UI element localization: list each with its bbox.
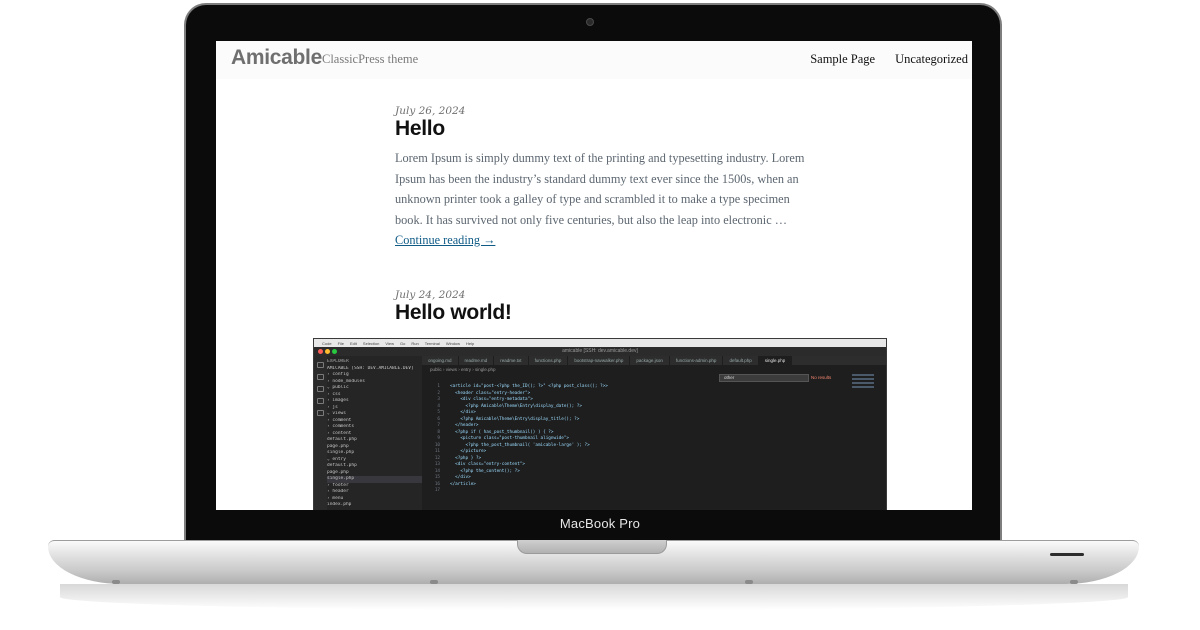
post-excerpt-text: Lorem Ipsum is simply dummy text of the … [395, 151, 805, 227]
editor-tab[interactable]: readme.md [459, 356, 495, 365]
post-title[interactable]: Hello [395, 117, 815, 141]
site-title[interactable]: Amicable [231, 46, 322, 70]
post-date: July 26, 2024 [395, 105, 466, 117]
editor-tabs: ongoing.md readme.md readme.txt functions.p… [422, 356, 886, 365]
laptop-shadow [60, 584, 1128, 610]
menubar-item: Help [466, 340, 475, 346]
browser-viewport: Amicable ClassicPress theme Sample Page … [216, 41, 972, 510]
search-icon [317, 374, 324, 380]
editor-tab[interactable]: functions-admin.php [670, 356, 724, 365]
minimap [852, 374, 874, 396]
menubar-item: File [337, 340, 345, 346]
editor-tab[interactable]: ongoing.md [422, 356, 459, 365]
menubar-item: Selection [362, 340, 380, 346]
site-tagline: ClassicPress theme [322, 52, 419, 66]
explorer-tree: AMICABLE [SSH: DEV.AMICABLE.DEV] › config… [327, 366, 422, 509]
file-explorer: EXPLORER AMICABLE [SSH: DEV.AMICABLE.DEV… [327, 356, 422, 510]
debug-icon [317, 398, 324, 404]
continue-reading-link[interactable]: Continue reading → [395, 233, 495, 247]
laptop-notch [517, 540, 667, 554]
editor-menubar: Code File Edit Selection View Go Run Ter… [314, 339, 886, 347]
laptop-foot [430, 580, 438, 584]
editor-tab[interactable]: bootstrap-navwalker.php [568, 356, 631, 365]
menubar-item: Run [411, 340, 419, 346]
find-result: No results [811, 375, 832, 380]
laptop-foot [1070, 580, 1078, 584]
editor-tab[interactable]: single.php [758, 356, 793, 365]
find-input[interactable]: other [719, 374, 809, 382]
device-label: MacBook Pro [559, 516, 641, 531]
editor-tab[interactable]: readme.txt [494, 356, 529, 365]
explorer-item[interactable]: index.php [327, 502, 422, 509]
menubar-item: Terminal [424, 340, 440, 346]
line-number: 17 [434, 488, 440, 493]
extensions-icon [317, 410, 324, 416]
menubar-item: Go [400, 340, 406, 346]
editor-titlebar: amicable [SSH: dev.amicable.dev] [314, 347, 886, 356]
activity-bar [314, 356, 327, 510]
nav-item-uncategorized[interactable]: Uncategorized [895, 52, 968, 67]
editor-window-title: amicable [SSH: dev.amicable.dev] [562, 348, 638, 354]
line-text: </article> [450, 481, 476, 487]
editor-body: EXPLORER AMICABLE [SSH: DEV.AMICABLE.DEV… [314, 356, 886, 510]
post-hello: July 26, 2024 Hello Lorem Ipsum is simpl… [395, 105, 815, 251]
explorer-icon [317, 362, 324, 368]
post-title[interactable]: Hello world! [395, 301, 815, 325]
breadcrumb: public › views › entry › single.php [430, 367, 496, 372]
post-date: July 24, 2024 [395, 289, 466, 301]
nav-item-sample-page[interactable]: Sample Page [810, 52, 875, 67]
code-line: 17 [426, 488, 608, 495]
menubar-item: View [385, 340, 394, 346]
sleep-indicator-icon [1050, 553, 1084, 556]
editor-tab[interactable]: functions.php [529, 356, 569, 365]
source-control-icon [317, 386, 324, 392]
site-header: Amicable ClassicPress theme Sample Page … [216, 41, 972, 79]
editor-tab[interactable]: package.json [630, 356, 670, 365]
primary-nav: Sample Page Uncategorized [810, 52, 968, 67]
post-featured-image[interactable]: Code File Edit Selection View Go Run Ter… [313, 338, 887, 510]
post-hello-world: July 24, 2024 Hello world! [395, 289, 815, 325]
laptop-foot [745, 580, 753, 584]
camera-icon [586, 18, 594, 26]
menubar-item: Window [445, 340, 461, 346]
menubar-item: Edit [350, 340, 357, 346]
menubar-item: Code [322, 340, 332, 346]
code-view[interactable]: 1 <article id="post-<?php the_ID(); ?>" <… [426, 384, 608, 495]
post-excerpt: Lorem Ipsum is simply dummy text of the … [395, 148, 807, 251]
editor-tab[interactable]: default.php [723, 356, 759, 365]
laptop-foot [112, 580, 120, 584]
